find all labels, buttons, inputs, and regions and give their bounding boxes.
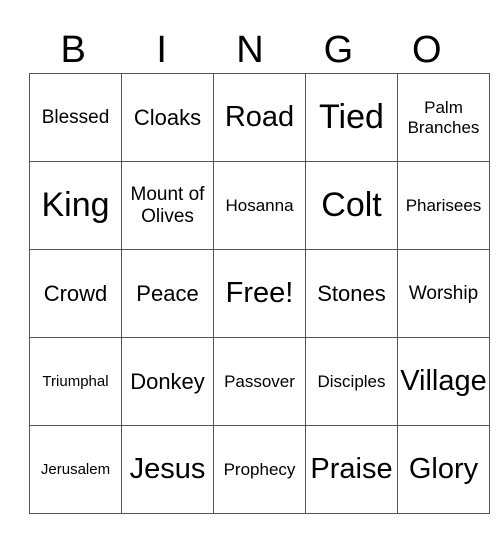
- bingo-cell[interactable]: Village: [397, 337, 490, 426]
- header-letter: I: [156, 29, 167, 71]
- bingo-cell[interactable]: Pharisees: [397, 161, 490, 250]
- header-letter: B: [60, 29, 86, 71]
- bingo-cell[interactable]: Blessed: [29, 73, 122, 162]
- bingo-cell[interactable]: Crowd: [29, 249, 122, 338]
- grid-row: Blessed Cloaks Road Tied Palm Branches: [29, 73, 490, 162]
- bingo-cell[interactable]: Jerusalem: [29, 425, 122, 514]
- bingo-cell[interactable]: Worship: [397, 249, 490, 338]
- bingo-cell[interactable]: Tied: [305, 73, 398, 162]
- bingo-cell[interactable]: Stones: [305, 249, 398, 338]
- grid-row: Jerusalem Jesus Prophecy Praise Glory: [29, 425, 490, 514]
- bingo-cell[interactable]: Colt: [305, 161, 398, 250]
- bingo-cell[interactable]: Disciples: [305, 337, 398, 426]
- grid-row: Triumphal Donkey Passover Disciples Vill…: [29, 337, 490, 426]
- bingo-cell[interactable]: Prophecy: [213, 425, 306, 514]
- bingo-cell[interactable]: Mount of Olives: [121, 161, 214, 250]
- bingo-cell[interactable]: Donkey: [121, 337, 214, 426]
- grid-row: King Mount of Olives Hosanna Colt Pharis…: [29, 161, 490, 250]
- bingo-cell[interactable]: Palm Branches: [397, 73, 490, 162]
- bingo-cell[interactable]: Glory: [397, 425, 490, 514]
- bingo-cell[interactable]: Passover: [213, 337, 306, 426]
- bingo-cell[interactable]: King: [29, 161, 122, 250]
- header-letter: N: [236, 29, 264, 71]
- bingo-cell[interactable]: Triumphal: [29, 337, 122, 426]
- header-letter: O: [412, 29, 442, 71]
- free-space-cell[interactable]: Free!: [213, 249, 306, 338]
- header-letter: G: [323, 29, 354, 71]
- bingo-grid: Blessed Cloaks Road Tied Palm Branches K…: [29, 73, 490, 514]
- bingo-cell[interactable]: Praise: [305, 425, 398, 514]
- grid-row: Crowd Peace Free! Stones Worship: [29, 249, 490, 338]
- bingo-header: B I N G O: [29, 28, 471, 72]
- bingo-cell[interactable]: Cloaks: [121, 73, 214, 162]
- bingo-cell[interactable]: Jesus: [121, 425, 214, 514]
- bingo-cell[interactable]: Hosanna: [213, 161, 306, 250]
- bingo-cell[interactable]: Road: [213, 73, 306, 162]
- bingo-cell[interactable]: Peace: [121, 249, 214, 338]
